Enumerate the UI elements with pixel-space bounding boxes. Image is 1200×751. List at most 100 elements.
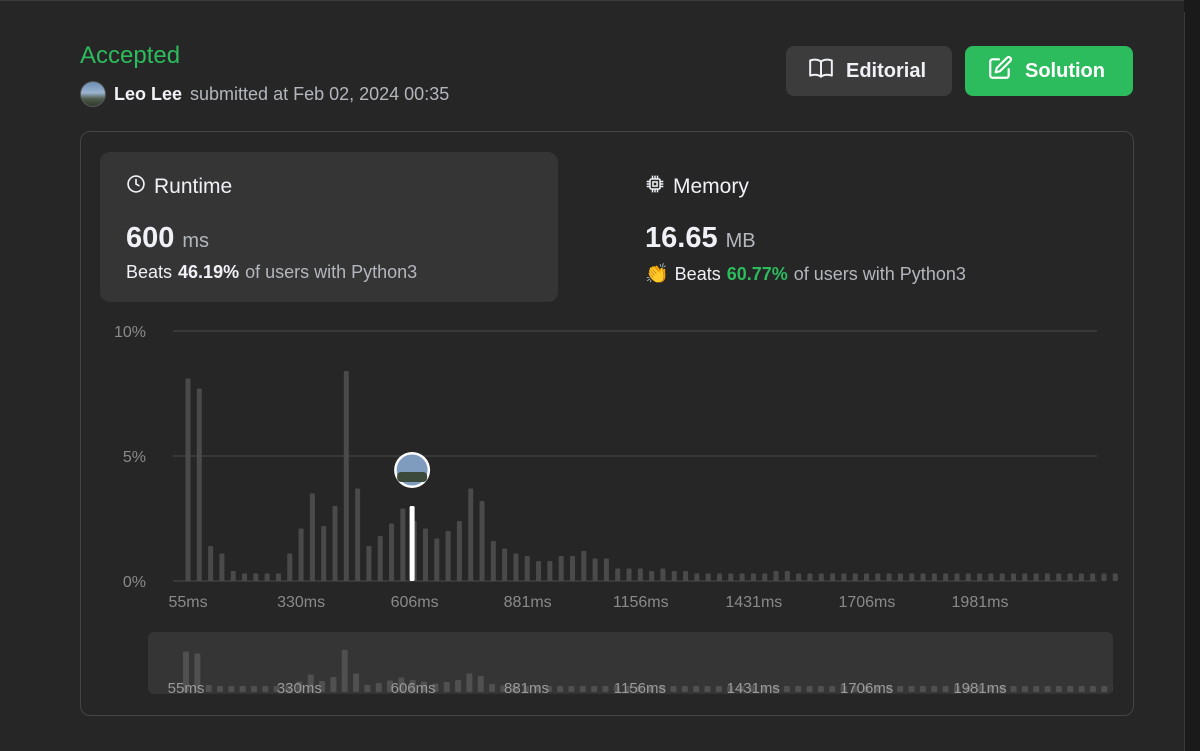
navigator-bar xyxy=(1033,686,1039,692)
chart-bar xyxy=(1022,574,1027,582)
navigator-bar xyxy=(897,686,903,692)
chart-bar xyxy=(265,574,270,582)
y-tick-label: 0% xyxy=(123,574,146,591)
chart-bar xyxy=(909,574,914,582)
submission-meta: Leo Lee submitted at Feb 02, 2024 00:35 xyxy=(80,81,449,107)
chart-bar xyxy=(559,556,564,581)
navigator-bar xyxy=(1045,686,1051,692)
navigator-bar xyxy=(217,686,223,692)
memory-number: 16.65 xyxy=(645,222,718,254)
chart-bar xyxy=(208,546,213,581)
chart-bar xyxy=(638,569,643,582)
navigator-chart: 55ms330ms606ms881ms1156ms1431ms1706ms198… xyxy=(148,632,1113,694)
clapping-hands-icon: 👏 xyxy=(645,262,669,286)
runtime-beats-suffix: of users with Python3 xyxy=(245,262,417,283)
chart-bar xyxy=(615,569,620,582)
chart-bar xyxy=(253,574,258,582)
navigator-bar xyxy=(228,686,234,692)
clock-icon xyxy=(126,174,146,200)
runtime-distribution-chart[interactable]: 10%5%0%55ms330ms606ms881ms1156ms1431ms17… xyxy=(80,300,1140,620)
memory-beats: 👏 Beats 60.77% of users with Python3 xyxy=(645,262,966,286)
memory-header: Memory xyxy=(645,174,749,200)
chart-bar xyxy=(299,529,304,582)
navigator-bar xyxy=(1022,686,1028,692)
navigator-bar xyxy=(1090,686,1096,692)
chart-bar xyxy=(864,574,869,582)
chart-bar xyxy=(1090,574,1095,582)
chart-bar xyxy=(932,574,937,582)
navigator-bar xyxy=(342,650,348,692)
navigator-bar xyxy=(1067,686,1073,692)
window-corner xyxy=(1184,0,1200,12)
chart-bar xyxy=(774,571,779,581)
chart-bar xyxy=(660,569,665,582)
navigator-bar xyxy=(353,674,359,693)
navigator-bar xyxy=(455,680,461,692)
runtime-value: 600ms xyxy=(126,222,209,255)
chart-bar xyxy=(1034,574,1039,582)
chip-icon xyxy=(645,174,665,200)
navigator-bar xyxy=(818,686,824,692)
navigator-bar xyxy=(693,686,699,692)
memory-value: 16.65 MB xyxy=(645,222,756,255)
editorial-label: Editorial xyxy=(846,60,926,83)
x-tick-label: 330ms xyxy=(277,594,325,611)
chart-bar xyxy=(366,546,371,581)
chart-bar xyxy=(513,554,518,582)
chart-bar xyxy=(728,574,733,582)
runtime-card[interactable]: Runtime 600ms Beats 46.19% of users with… xyxy=(100,152,558,302)
submitted-timestamp: submitted at Feb 02, 2024 00:35 xyxy=(190,84,449,105)
status-label: Accepted xyxy=(80,42,180,70)
navigator-tick-label: 1156ms xyxy=(614,680,666,694)
chart-bar xyxy=(1011,574,1016,582)
chart-bar xyxy=(423,529,428,582)
chart-bar xyxy=(536,561,541,581)
chart-bar xyxy=(378,536,383,581)
runtime-beats-prefix: Beats xyxy=(126,262,172,283)
navigator-bar xyxy=(1056,686,1062,692)
runtime-unit: ms xyxy=(182,230,209,252)
chart-bar xyxy=(457,521,462,581)
memory-beats-prefix: Beats xyxy=(675,264,721,285)
editorial-button[interactable]: Editorial xyxy=(786,46,952,96)
navigator-tick-label: 1431ms xyxy=(727,680,780,694)
chart-bar xyxy=(807,574,812,582)
chart-bar xyxy=(717,574,722,582)
chart-bar xyxy=(434,539,439,582)
avatar[interactable] xyxy=(80,81,106,107)
chart-bar xyxy=(694,574,699,582)
chart-bar xyxy=(231,571,236,581)
solution-button[interactable]: Solution xyxy=(965,46,1133,96)
runtime-beats-percent: 46.19% xyxy=(178,262,239,283)
navigator-bar xyxy=(829,686,835,692)
navigator-bar xyxy=(795,686,801,692)
memory-unit: MB xyxy=(726,230,756,252)
navigator-bar xyxy=(931,686,937,692)
edit-icon xyxy=(987,55,1013,87)
navigator-bar xyxy=(376,683,382,692)
x-tick-label: 881ms xyxy=(504,594,552,611)
x-tick-label: 606ms xyxy=(391,594,439,611)
navigator-bar xyxy=(920,686,926,692)
chart-bar xyxy=(287,554,292,582)
navigator-bar xyxy=(262,686,268,692)
memory-card[interactable]: Memory 16.65 MB 👏 Beats 60.77% of users w… xyxy=(619,152,1077,302)
navigator-bar xyxy=(444,682,450,692)
chart-bar xyxy=(841,574,846,582)
solution-label: Solution xyxy=(1025,60,1105,83)
navigator-bar xyxy=(364,685,370,692)
chart-range-navigator[interactable]: 55ms330ms606ms881ms1156ms1431ms1706ms198… xyxy=(148,632,1113,694)
author-name[interactable]: Leo Lee xyxy=(114,84,182,105)
chart-bar xyxy=(1101,574,1106,582)
chart-bar xyxy=(1056,574,1061,582)
chart-bar xyxy=(333,506,338,581)
chart-bar xyxy=(502,549,507,582)
navigator-bar xyxy=(330,677,336,692)
chart-bar xyxy=(186,379,191,582)
navigator-bar xyxy=(591,686,597,692)
chart-bar xyxy=(570,556,575,581)
x-tick-label: 1981ms xyxy=(952,594,1009,611)
chart-bar xyxy=(355,489,360,582)
navigator-bar xyxy=(568,686,574,692)
navigator-tick-label: 881ms xyxy=(504,680,549,694)
